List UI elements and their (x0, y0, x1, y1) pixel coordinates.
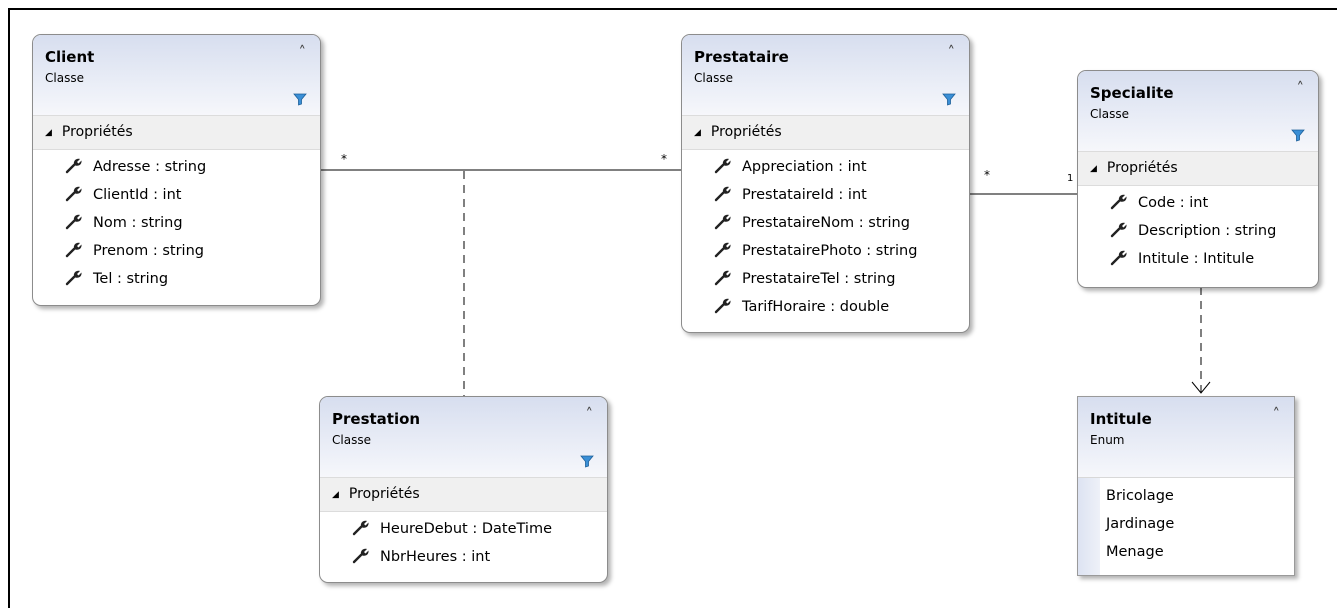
wrench-icon (1110, 250, 1127, 266)
section-label: Propriétés (1106, 160, 1178, 176)
triangle-down-icon[interactable]: ◢ (1090, 164, 1097, 174)
property-item[interactable]: Nom : string (65, 209, 320, 237)
class-client[interactable]: Client Classe ˄ ◢ Propriétés Adresse : st… (32, 34, 321, 306)
property-item[interactable]: Adresse : string (65, 153, 320, 181)
wrench-icon (1110, 222, 1127, 238)
wrench-icon (714, 214, 731, 230)
class-name: Specialite (1090, 84, 1174, 102)
wrench-icon (714, 298, 731, 314)
section-label: Propriétés (348, 486, 420, 502)
property-list: Adresse : string ClientId : int Nom : st… (33, 150, 320, 293)
filter-icon[interactable] (941, 91, 957, 107)
class-prestataire[interactable]: Prestataire Classe ˄ ◢ Propriétés Appreci… (681, 34, 970, 333)
section-properties[interactable]: ◢ Propriétés (320, 477, 607, 512)
wrench-icon (714, 158, 731, 174)
multiplicity-prestataire-left: * (661, 152, 667, 166)
section-label: Propriétés (710, 124, 782, 140)
property-item[interactable]: Tel : string (65, 265, 320, 293)
wrench-icon (352, 520, 369, 536)
class-kind: Classe (45, 71, 84, 85)
property-item[interactable]: HeureDebut : DateTime (352, 515, 607, 543)
property-item[interactable]: ClientId : int (65, 181, 320, 209)
multiplicity-client: * (341, 152, 347, 166)
multiplicity-prestataire-right: * (984, 168, 990, 182)
section-properties[interactable]: ◢ Propriétés (682, 115, 969, 150)
property-item[interactable]: Prenom : string (65, 237, 320, 265)
wrench-icon (1110, 194, 1127, 210)
wrench-icon (714, 186, 731, 202)
triangle-down-icon[interactable]: ◢ (332, 490, 339, 500)
wrench-icon (65, 214, 82, 230)
class-specialite[interactable]: Specialite Classe ˄ ◢ Propriétés Code : i… (1077, 70, 1319, 288)
property-item[interactable]: PrestatairePhoto : string (714, 237, 969, 265)
section-label: Propriétés (61, 124, 133, 140)
class-kind: Classe (694, 71, 733, 85)
wrench-icon (65, 242, 82, 258)
property-item[interactable]: PrestataireTel : string (714, 265, 969, 293)
wrench-icon (65, 158, 82, 174)
class-name: Prestation (332, 410, 421, 428)
class-kind: Classe (332, 433, 371, 447)
enum-stripe (1078, 478, 1100, 575)
section-properties[interactable]: ◢ Propriétés (1078, 151, 1318, 186)
class-header[interactable]: Prestataire Classe ˄ (682, 35, 969, 115)
double-chevron-up-icon[interactable]: ˄ (948, 43, 956, 61)
triangle-down-icon[interactable]: ◢ (45, 128, 52, 138)
class-name: Prestataire (694, 48, 789, 66)
enum-values: Bricolage Jardinage Menage (1078, 477, 1294, 575)
wrench-icon (65, 270, 82, 286)
property-list: Code : int Description : string Intitule… (1078, 186, 1318, 273)
property-item[interactable]: Intitule : Intitule (1110, 245, 1318, 273)
section-properties[interactable]: ◢ Propriétés (33, 115, 320, 150)
double-chevron-up-icon[interactable]: ˄ (299, 43, 307, 61)
filter-icon[interactable] (579, 453, 595, 469)
enum-value[interactable]: Jardinage (1106, 510, 1294, 538)
enum-value[interactable]: Menage (1106, 538, 1294, 566)
enum-name: Intitule (1090, 410, 1152, 428)
wrench-icon (714, 242, 731, 258)
property-list: HeureDebut : DateTime NbrHeures : int (320, 512, 607, 571)
property-item[interactable]: Appreciation : int (714, 153, 969, 181)
double-chevron-up-icon[interactable]: ˄ (586, 405, 594, 423)
property-list: Appreciation : int PrestataireId : int P… (682, 150, 969, 321)
filter-icon[interactable] (292, 91, 308, 107)
enum-intitule[interactable]: Intitule Enum ˄ Bricolage Jardinage Mena… (1077, 396, 1295, 576)
wrench-icon (714, 270, 731, 286)
class-header[interactable]: Client Classe ˄ (33, 35, 320, 115)
enum-kind: Enum (1090, 433, 1125, 447)
property-item[interactable]: TarifHoraire : double (714, 293, 969, 321)
class-name: Client (45, 48, 95, 66)
multiplicity-specialite: 1 (1067, 173, 1074, 184)
wrench-icon (352, 548, 369, 564)
double-chevron-up-icon[interactable]: ˄ (1297, 79, 1305, 97)
property-item[interactable]: Code : int (1110, 189, 1318, 217)
class-kind: Classe (1090, 107, 1129, 121)
property-item[interactable]: PrestataireId : int (714, 181, 969, 209)
wrench-icon (65, 186, 82, 202)
class-header[interactable]: Specialite Classe ˄ (1078, 71, 1318, 151)
enum-header[interactable]: Intitule Enum ˄ (1078, 397, 1294, 477)
triangle-down-icon[interactable]: ◢ (694, 128, 701, 138)
property-item[interactable]: NbrHeures : int (352, 543, 607, 571)
enum-value-list: Bricolage Jardinage Menage (1078, 478, 1294, 566)
class-prestation[interactable]: Prestation Classe ˄ ◢ Propriétés HeureDeb… (319, 396, 608, 583)
filter-icon[interactable] (1290, 127, 1306, 143)
class-header[interactable]: Prestation Classe ˄ (320, 397, 607, 477)
property-item[interactable]: PrestataireNom : string (714, 209, 969, 237)
double-chevron-up-icon[interactable]: ˄ (1273, 405, 1281, 423)
property-item[interactable]: Description : string (1110, 217, 1318, 245)
enum-value[interactable]: Bricolage (1106, 482, 1294, 510)
